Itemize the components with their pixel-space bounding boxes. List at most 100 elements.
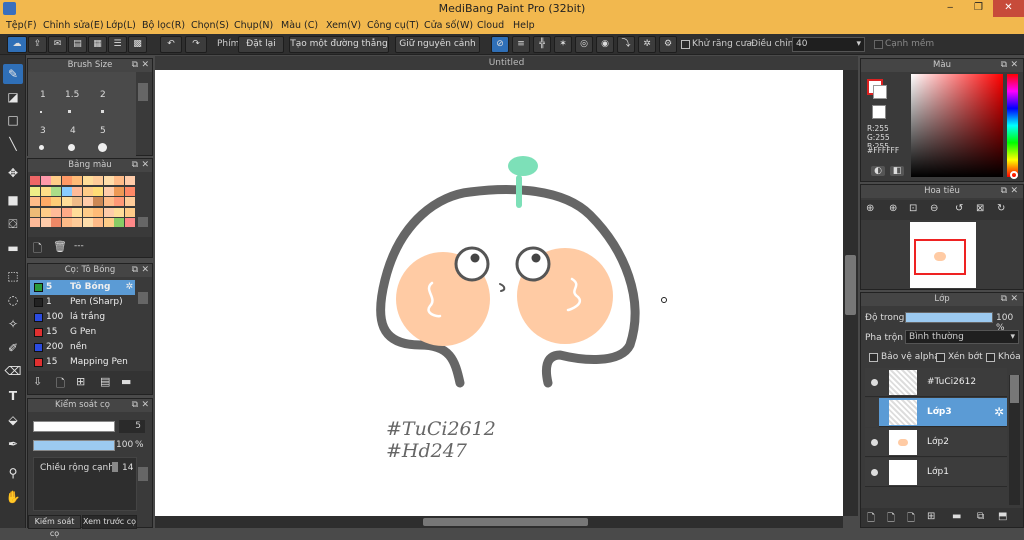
menu-help[interactable]: Help	[513, 17, 535, 34]
lock-checkbox[interactable]	[986, 353, 995, 362]
palette-swatch[interactable]	[82, 186, 93, 196]
brush-item[interactable]: 15 Mapping Pen	[30, 355, 135, 370]
navigator-preview[interactable]	[910, 222, 976, 288]
gear-icon[interactable]: ✲	[994, 405, 1004, 419]
redo-icon[interactable]: ↷	[185, 36, 207, 53]
parallel-snap-icon[interactable]: ≡	[512, 36, 530, 53]
vscroll-thumb[interactable]	[845, 255, 856, 315]
straight-line-button[interactable]: Tạo một đường thẳng	[289, 36, 389, 53]
palette-swatch[interactable]	[103, 197, 114, 206]
close-panel-icon[interactable]: ✕	[1010, 293, 1018, 306]
duplicate-icon[interactable]: ⧉	[977, 511, 984, 522]
palette-swatch[interactable]	[93, 176, 103, 185]
menu-edit[interactable]: Chỉnh sửa(E)	[43, 17, 104, 34]
palette-swatch[interactable]	[61, 218, 72, 227]
brush-tool-icon[interactable]: ✎	[3, 64, 23, 84]
radial-snap-icon[interactable]: ✶	[554, 36, 572, 53]
size-slider[interactable]	[33, 421, 115, 432]
width-slider[interactable]	[112, 462, 118, 472]
menu-filter[interactable]: Bộ lọc(R)	[142, 17, 185, 34]
close-panel-icon[interactable]: ✕	[141, 264, 149, 277]
keep-button[interactable]: Giữ nguyên cảnh	[395, 36, 480, 53]
brush-size-scrollbar[interactable]	[138, 83, 148, 101]
menu-cloud[interactable]: Cloud	[477, 17, 504, 34]
layer-row-selected[interactable]: Lớp3 ✲	[865, 398, 1007, 427]
cross-snap-icon[interactable]: ╬	[533, 36, 551, 53]
palette-scrollbar[interactable]	[138, 217, 148, 227]
palette-swatch[interactable]	[114, 207, 124, 217]
palette-swatch[interactable]	[30, 207, 40, 217]
menu-snap[interactable]: Chụp(N)	[234, 17, 273, 34]
clip-checkbox[interactable]	[936, 353, 945, 362]
palette-swatch[interactable]	[51, 207, 61, 217]
sv-picker[interactable]	[911, 74, 1003, 177]
gear-icon[interactable]: ✲	[125, 280, 133, 295]
move-tool-icon[interactable]: ✥	[3, 163, 23, 183]
palette-swatch[interactable]	[61, 207, 72, 217]
select-eraser-tool-icon[interactable]: ⌫	[3, 361, 23, 381]
undock-icon[interactable]: ⧉	[1001, 185, 1007, 198]
shape-tool-icon[interactable]: □	[3, 110, 23, 130]
fit-icon[interactable]: ⊡	[909, 203, 917, 214]
palette-swatch[interactable]	[114, 218, 124, 227]
palette-swatch[interactable]	[40, 186, 51, 196]
layer-row[interactable]: Lớp1	[865, 458, 1007, 487]
layer-visibility-cell[interactable]	[865, 398, 879, 427]
rect-select-tool-icon[interactable]: ⬚	[3, 266, 23, 286]
brush-control-scrollbar[interactable]	[138, 467, 148, 481]
undock-icon[interactable]: ⧉	[1001, 293, 1007, 306]
brush-item[interactable]: 5 Tô Bóng ✲	[30, 280, 135, 295]
menu-file[interactable]: Tệp(F)	[6, 17, 37, 34]
maximize-button[interactable]: ❐	[974, 0, 983, 17]
palette-swatch[interactable]	[61, 186, 72, 196]
tab-brush-control[interactable]: Kiểm soát cọ	[28, 515, 81, 538]
menu-layer[interactable]: Lớp(L)	[106, 17, 136, 34]
settings-snap-icon[interactable]: ✲	[638, 36, 656, 53]
palette-swatch[interactable]	[61, 197, 72, 206]
blend-select[interactable]: Bình thường ▾	[905, 330, 1019, 344]
close-button[interactable]: ✕	[993, 0, 1024, 17]
line-tool-icon[interactable]: ╲	[3, 134, 23, 154]
brush-settings-icon[interactable]: ▤	[100, 375, 110, 388]
layers-scrollbar[interactable]	[1009, 375, 1020, 505]
dropper-tool-icon[interactable]: ✒	[3, 434, 23, 454]
layer-row[interactable]: #TuCi2612	[865, 368, 1007, 397]
palette-swatch[interactable]	[82, 176, 93, 185]
palette-swatch[interactable]	[72, 186, 82, 196]
curve-snap-icon[interactable]: ⤵	[617, 36, 635, 53]
snap-settings-icon[interactable]: ⚙	[659, 36, 677, 53]
palette-swatch[interactable]	[82, 207, 93, 217]
new-layer-icon[interactable]: 🗋	[867, 511, 875, 528]
palette-swatch[interactable]	[51, 218, 61, 227]
undo-icon[interactable]: ↶	[160, 36, 182, 53]
palette-swatch[interactable]	[114, 176, 124, 185]
menu-tool[interactable]: Công cụ(T)	[367, 17, 419, 34]
palette-swatch[interactable]	[103, 207, 114, 217]
fill-rect-tool-icon[interactable]: ■	[3, 190, 23, 210]
folder-icon[interactable]: ▬	[121, 375, 131, 388]
text-tool-icon[interactable]: T	[3, 386, 23, 406]
canvas-vscroll[interactable]	[843, 70, 858, 516]
canvas-hscroll[interactable]	[155, 516, 843, 528]
grid-icon[interactable]: ▩	[128, 36, 147, 53]
palette-swatch[interactable]	[124, 218, 135, 227]
palette-swatch[interactable]	[51, 176, 61, 185]
menu-window[interactable]: Cửa số(W)	[424, 17, 473, 34]
palette-swatch[interactable]	[51, 186, 61, 196]
no-snap-icon[interactable]: ⊘	[491, 36, 509, 53]
antialias-checkbox[interactable]	[681, 40, 690, 49]
palette-grid[interactable]	[30, 176, 136, 236]
concentric-snap-icon[interactable]: ◉	[596, 36, 614, 53]
protect-alpha-checkbox[interactable]	[869, 353, 878, 362]
zoom-in-icon[interactable]: ⊕	[866, 203, 874, 214]
palette-swatch[interactable]	[30, 197, 40, 206]
palette-swatch[interactable]	[93, 207, 103, 217]
close-panel-icon[interactable]: ✕	[141, 59, 149, 72]
hue-slider[interactable]	[1007, 74, 1018, 177]
rotate-left-icon[interactable]: ↺	[955, 203, 963, 214]
palette-swatch[interactable]	[124, 186, 135, 196]
eye-icon[interactable]	[871, 439, 878, 446]
palette-swatch[interactable]	[82, 218, 93, 227]
magic-wand-tool-icon[interactable]: ✧	[3, 314, 23, 334]
undock-icon[interactable]: ⧉	[132, 399, 138, 412]
